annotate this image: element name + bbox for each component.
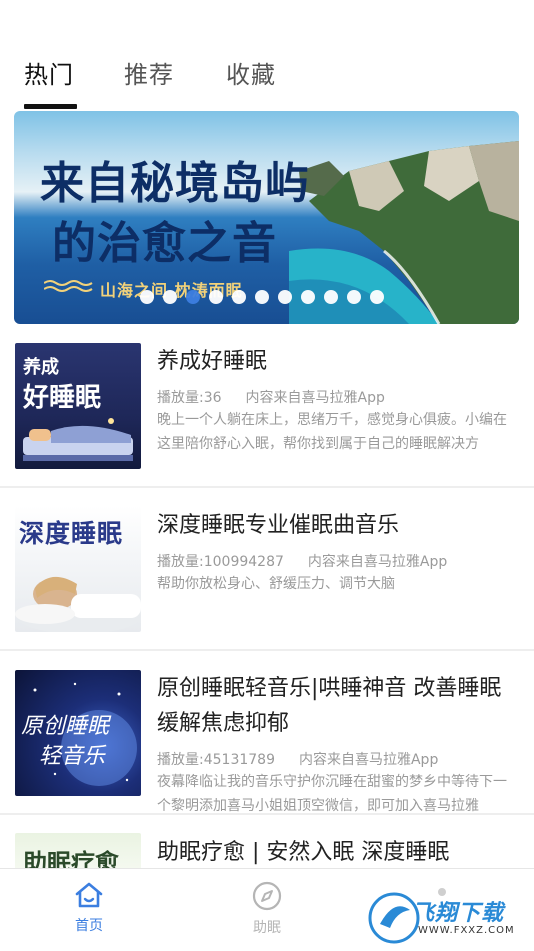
play-count: 播放量:100994287: [157, 554, 284, 570]
carousel-dot[interactable]: [140, 290, 154, 304]
cover-text: 轻音乐: [39, 744, 106, 769]
banner-title-line1: 来自秘境岛屿: [40, 158, 310, 209]
album-title: 助眠疗愈 | 安然入眠 深度睡眠: [157, 840, 450, 865]
banner-title-line2: 的治愈之音: [52, 218, 277, 269]
album-cover: 深度睡眠: [15, 506, 141, 632]
carousel-dot[interactable]: [255, 290, 269, 304]
top-tab-bar: 热门 推荐 收藏: [0, 0, 534, 110]
active-tab-indicator: [24, 104, 77, 109]
cover-text: 好睡眠: [23, 383, 102, 413]
nav-home-label: 首页: [75, 918, 103, 934]
album-cover: 原创睡眠 轻音乐: [15, 670, 141, 796]
carousel-dot[interactable]: [324, 290, 338, 304]
album-title: 原创睡眠轻音乐|哄睡神音 改善睡眠 缓解焦虑抑郁: [157, 676, 502, 736]
tab-hot[interactable]: 热门: [24, 55, 74, 90]
carousel-dot[interactable]: [232, 290, 246, 304]
compass-icon: [252, 881, 282, 911]
album-description: 晚上一个人躺在床上，思绪万千，感觉身心俱疲。小编在这里陪你舒心入眠，帮你找到属于…: [157, 412, 507, 452]
watermark-url: WWW.FXXZ.COM: [418, 925, 515, 936]
album-cover: 养成 好睡眠: [15, 343, 141, 469]
tab-favorites[interactable]: 收藏: [226, 55, 276, 90]
play-count: 播放量:36: [157, 390, 222, 406]
carousel-dot[interactable]: [301, 290, 315, 304]
banner-carousel[interactable]: 来自秘境岛屿 的治愈之音 山海之间 枕涛而眠: [14, 111, 519, 324]
list-item[interactable]: 深度睡眠 深度睡眠专业催眠曲音乐 播放量:100994287 内容来自喜马拉雅Ap…: [0, 488, 534, 651]
list-item[interactable]: 原创睡眠 轻音乐 原创睡眠轻音乐|哄睡神音 改善睡眠 缓解焦虑抑郁 播放量:45…: [0, 651, 534, 815]
list-item[interactable]: 助眠疗愈 助眠疗愈 | 安然入眠 深度睡眠: [0, 815, 534, 875]
album-meta: 播放量:36 内容来自喜马拉雅App: [157, 387, 385, 407]
list-item[interactable]: 养成 好睡眠 养成好睡眠 播放量:36 内容来自喜马拉雅App 晚上一个人躺在床上…: [0, 324, 534, 488]
nav-sleep-aid-label: 助眠: [253, 920, 281, 936]
carousel-dots: [140, 290, 384, 304]
content-source: 内容来自喜马拉雅App: [298, 752, 439, 768]
carousel-dot[interactable]: [209, 290, 223, 304]
carousel-dot[interactable]: [278, 290, 292, 304]
album-description: 夜幕降临让我的音乐守护你沉睡在甜蜜的梦乡中等待下一个黎明添加喜马小姐姐顶空微信，…: [157, 774, 507, 814]
cover-text: 深度睡眠: [19, 519, 124, 548]
album-title: 深度睡眠专业催眠曲音乐: [157, 513, 400, 538]
nav-home[interactable]: 首页: [49, 881, 129, 935]
album-description: 帮助你放松身心、舒缓压力、调节大脑: [157, 576, 395, 592]
carousel-dot[interactable]: [347, 290, 361, 304]
play-count: 播放量:45131789: [157, 752, 275, 768]
content-source: 内容来自喜马拉雅App: [245, 390, 385, 406]
album-meta: 播放量:45131789 内容来自喜马拉雅App: [157, 749, 438, 769]
cover-text: 原创睡眠: [21, 714, 110, 739]
watermark-text: 飞翔下载: [412, 901, 505, 926]
cover-text: 养成: [23, 357, 59, 378]
album-title: 养成好睡眠: [157, 349, 268, 374]
carousel-dot[interactable]: [163, 290, 177, 304]
carousel-dot[interactable]: [186, 290, 200, 304]
content-source: 内容来自喜马拉雅App: [307, 554, 448, 570]
waves-icon: [44, 280, 93, 292]
home-icon: [75, 882, 103, 908]
bed-illustration: [23, 418, 133, 461]
sleeping-woman-illustration: [15, 576, 141, 632]
album-meta: 播放量:100994287 内容来自喜马拉雅App: [157, 551, 447, 571]
nav-sleep-aid[interactable]: 助眠: [227, 881, 307, 937]
carousel-dot[interactable]: [370, 290, 384, 304]
tab-recommend[interactable]: 推荐: [124, 55, 174, 90]
